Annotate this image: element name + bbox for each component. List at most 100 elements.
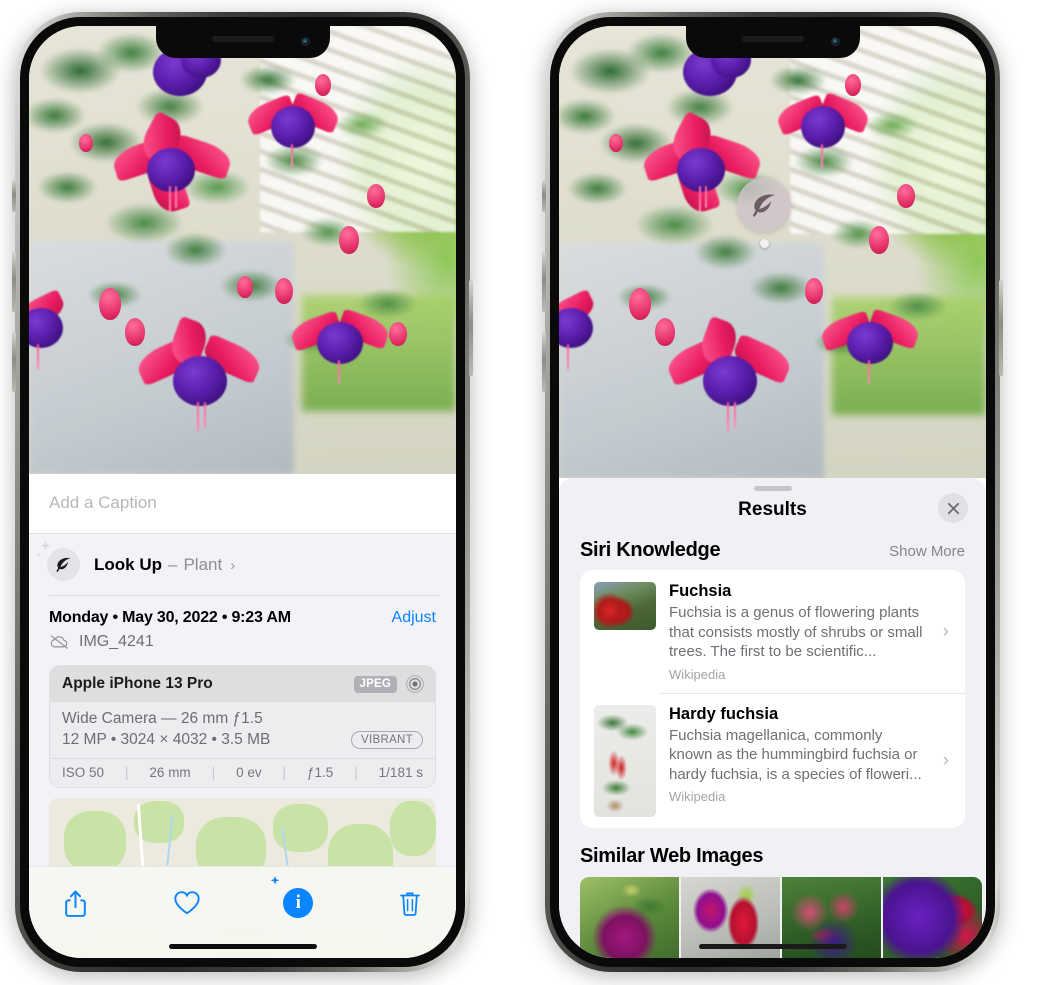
exif-focal: 26 mm [149, 765, 191, 780]
left-iphone-device: Add a Caption Look Up – Plant › Monday •… [12, 12, 473, 972]
siri-knowledge-header: Siri Knowledge Show More [559, 535, 986, 570]
fuchsia-photo [29, 26, 456, 474]
photographic-style-pill: VIBRANT [351, 731, 423, 749]
knowledge-item[interactable]: Hardy fuchsia Fuchsia magellanica, commo… [580, 692, 965, 828]
volume-down-button[interactable] [542, 332, 546, 392]
fuchsia-photo [559, 26, 986, 478]
look-up-row[interactable]: Look Up – Plant › [29, 534, 456, 596]
knowledge-source: Wikipedia [669, 666, 726, 682]
photo-viewer[interactable] [559, 26, 986, 478]
adjust-button[interactable]: Adjust [392, 609, 436, 627]
look-up-separator: – [168, 554, 178, 574]
look-up-subject: Plant [183, 554, 223, 574]
knowledge-item[interactable]: Fuchsia Fuchsia is a genus of flowering … [580, 570, 965, 693]
results-header: Results [559, 491, 986, 535]
camera-lens-icon [406, 675, 424, 693]
exif-divider: | [282, 765, 287, 780]
left-phone-screen: Add a Caption Look Up – Plant › Monday •… [29, 26, 456, 958]
right-phone-bezel: Results Siri Knowledge Show More Fuchsia… [550, 17, 995, 967]
info-button[interactable]: i [270, 875, 318, 923]
visual-lookup-badge[interactable] [737, 178, 791, 248]
leaf-chip [36, 540, 80, 581]
delete-button[interactable] [390, 883, 430, 923]
results-sheet: Results Siri Knowledge Show More Fuchsia… [559, 478, 986, 958]
volume-up-button[interactable] [12, 252, 16, 312]
heart-icon [174, 891, 200, 915]
camera-metadata-card[interactable]: Apple iPhone 13 Pro JPEG Wide Camera — 2… [49, 665, 436, 788]
home-indicator[interactable] [168, 944, 317, 949]
show-more-button[interactable]: Show More [889, 543, 965, 560]
photo-viewer[interactable] [29, 26, 456, 474]
device-notch [155, 26, 330, 58]
side-power-button[interactable] [469, 280, 473, 376]
results-title: Results [738, 499, 807, 520]
device-name: Apple iPhone 13 Pro [62, 675, 213, 692]
volume-down-button[interactable] [12, 332, 16, 392]
close-icon [947, 502, 959, 514]
exif-exposure: 0 ev [236, 765, 262, 780]
format-badge: JPEG [353, 675, 397, 693]
earpiece-speaker [211, 36, 274, 42]
photo-info-sheet: Add a Caption Look Up – Plant › Monday •… [29, 474, 456, 958]
volume-up-button[interactable] [542, 252, 546, 312]
web-image-4[interactable] [883, 876, 982, 958]
file-name: IMG_4241 [79, 633, 154, 650]
caption-placeholder: Add a Caption [49, 493, 157, 512]
file-row: IMG_4241 [29, 627, 456, 663]
right-phone-screen: Results Siri Knowledge Show More Fuchsia… [559, 26, 986, 958]
exif-row: ISO 50 | 26 mm | 0 ev | ƒ1.5 | 1/181 s [50, 758, 435, 787]
image-specs: 12 MP • 3024 × 4032 • 3.5 MB [62, 731, 271, 748]
share-button[interactable] [55, 883, 95, 923]
metadata-header: Apple iPhone 13 Pro JPEG [50, 666, 435, 702]
similar-web-images-title: Similar Web Images [580, 844, 764, 867]
exif-divider: | [354, 765, 358, 780]
leaf-badge-circle [737, 178, 791, 232]
leaf-icon [753, 194, 776, 217]
share-icon [64, 890, 86, 917]
exif-shutter: 1/181 s [378, 765, 423, 780]
earpiece-speaker [741, 36, 804, 42]
chevron-right-icon: › [942, 749, 949, 771]
cloud-slash-icon [50, 635, 68, 649]
exif-aperture: ƒ1.5 [307, 765, 334, 780]
front-camera [300, 37, 310, 46]
info-circle-icon: i [283, 888, 314, 918]
date-row: Monday • May 30, 2022 • 9:23 AM Adjust [29, 596, 456, 627]
fuchsia-flowers-thumbnail [594, 582, 656, 630]
sparkle-icon [270, 875, 280, 885]
device-notch [685, 26, 860, 58]
knowledge-description: Fuchsia magellanica, commonly known as t… [669, 726, 922, 783]
hardy-fuchsia-thumbnail [594, 704, 656, 817]
photo-date: Monday • May 30, 2022 • 9:23 AM [49, 609, 291, 626]
exif-iso: ISO 50 [62, 765, 105, 780]
exif-divider: | [211, 765, 216, 780]
mute-switch[interactable] [12, 180, 16, 212]
lens-info: Wide Camera — 26 mm ƒ1.5 [62, 710, 263, 727]
siri-knowledge-card: Fuchsia Fuchsia is a genus of flowering … [580, 570, 965, 828]
mute-switch[interactable] [542, 180, 546, 212]
left-phone-bezel: Add a Caption Look Up – Plant › Monday •… [20, 17, 465, 967]
knowledge-description: Fuchsia is a genus of flowering plants t… [669, 604, 923, 660]
badge-anchor-dot [759, 239, 769, 248]
screenshot-stage: Add a Caption Look Up – Plant › Monday •… [0, 0, 1055, 985]
side-power-button[interactable] [999, 280, 1003, 376]
favorite-button[interactable] [167, 883, 207, 923]
siri-knowledge-title: Siri Knowledge [580, 539, 721, 561]
web-image-1[interactable] [580, 876, 679, 958]
metadata-body: Wide Camera — 26 mm ƒ1.5 12 MP • 3024 × … [50, 702, 435, 758]
chevron-right-icon: › [942, 620, 949, 642]
trash-icon [400, 892, 420, 916]
look-up-label: Look Up [94, 554, 162, 574]
knowledge-title: Fuchsia [669, 582, 732, 600]
sparkle-small-icon [36, 552, 42, 558]
home-indicator[interactable] [698, 944, 847, 949]
chevron-right-icon: › [230, 556, 236, 574]
leaf-icon [56, 557, 71, 572]
right-iphone-device: Results Siri Knowledge Show More Fuchsia… [542, 12, 1003, 972]
knowledge-title: Hardy fuchsia [669, 704, 779, 723]
front-camera [830, 37, 840, 46]
caption-field[interactable]: Add a Caption [29, 474, 456, 534]
close-button[interactable] [938, 493, 968, 523]
knowledge-source: Wikipedia [669, 789, 726, 804]
exif-divider: | [124, 765, 129, 780]
